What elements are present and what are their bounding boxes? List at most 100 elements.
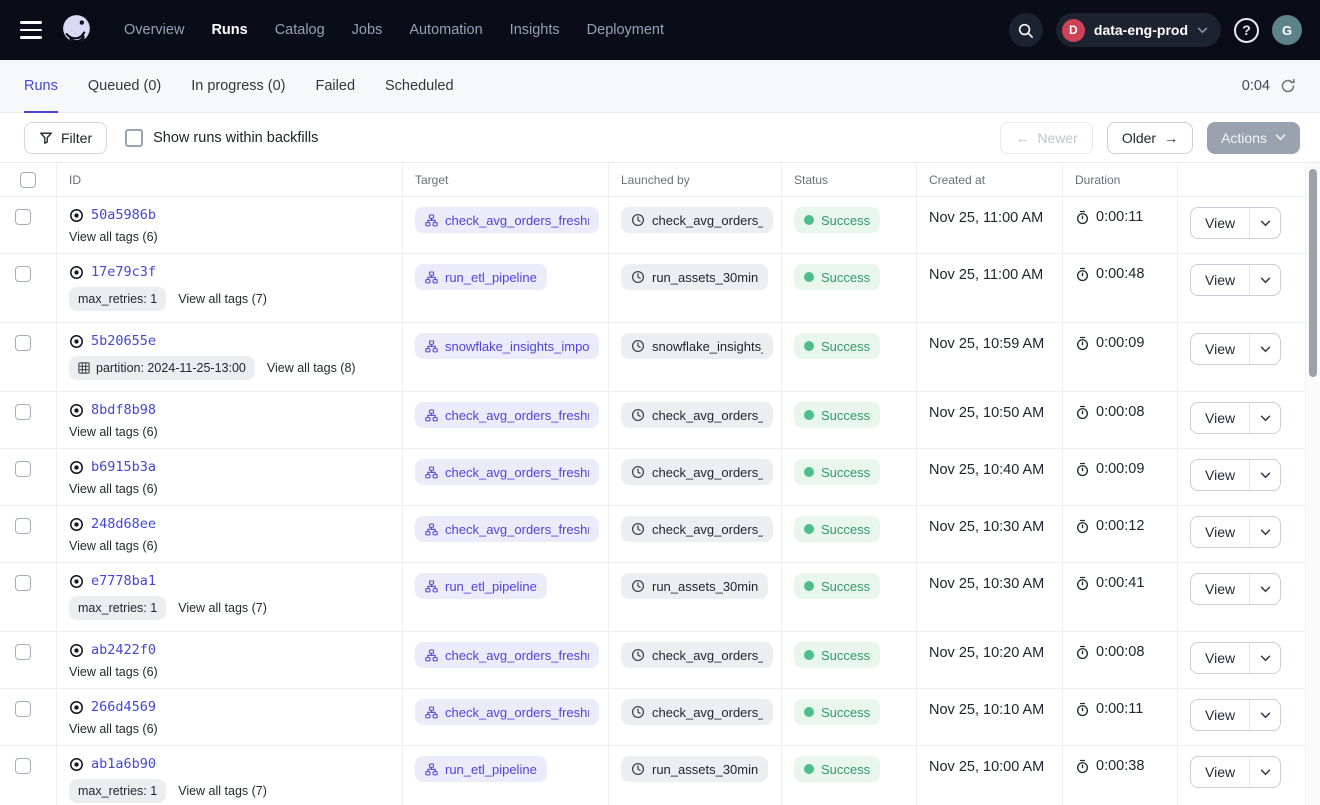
view-button[interactable]: View	[1191, 208, 1249, 238]
view-button[interactable]: View	[1191, 334, 1249, 364]
tab-failed[interactable]: Failed	[316, 60, 356, 112]
run-id-link[interactable]: 248d68ee	[91, 516, 156, 532]
run-tag-pill[interactable]: max_retries: 1	[69, 287, 166, 311]
view-button[interactable]: View	[1191, 643, 1249, 673]
help-icon[interactable]: ?	[1234, 18, 1259, 43]
target-pill[interactable]: run_etl_pipeline	[415, 756, 547, 782]
run-id-link[interactable]: ab2422f0	[91, 642, 156, 658]
view-button[interactable]: View	[1191, 757, 1249, 787]
view-all-tags-link[interactable]: View all tags (6)	[69, 482, 158, 496]
launched-by-pill[interactable]: run_assets_30min	[621, 756, 768, 782]
target-pill[interactable]: check_avg_orders_freshne	[415, 699, 599, 725]
view-dropdown-button[interactable]	[1249, 265, 1280, 295]
row-checkbox[interactable]	[15, 644, 31, 660]
actions-button[interactable]: Actions	[1207, 122, 1300, 154]
older-button[interactable]: Older →	[1107, 122, 1193, 154]
view-dropdown-button[interactable]	[1249, 334, 1280, 364]
run-id-link[interactable]: 8bdf8b98	[91, 402, 156, 418]
run-id-link[interactable]: 50a5986b	[91, 207, 156, 223]
view-button[interactable]: View	[1191, 460, 1249, 490]
filter-button[interactable]: Filter	[24, 122, 107, 154]
row-checkbox[interactable]	[15, 758, 31, 774]
launched-by-pill[interactable]: run_assets_30min	[621, 573, 768, 599]
view-all-tags-link[interactable]: View all tags (6)	[69, 230, 158, 244]
launched-by-pill[interactable]: check_avg_orders_f…	[621, 642, 773, 668]
run-id-link[interactable]: e7778ba1	[91, 573, 156, 589]
run-tag-pill[interactable]: max_retries: 1	[69, 779, 166, 803]
launched-by-pill[interactable]: check_avg_orders_f…	[621, 459, 773, 485]
target-pill[interactable]: check_avg_orders_freshne	[415, 642, 599, 668]
target-pill[interactable]: check_avg_orders_freshne	[415, 207, 599, 233]
view-dropdown-button[interactable]	[1249, 700, 1280, 730]
view-all-tags-link[interactable]: View all tags (6)	[69, 665, 158, 679]
nav-item-runs[interactable]: Runs	[211, 22, 247, 38]
nav-item-insights[interactable]: Insights	[510, 22, 560, 38]
deployment-switcher[interactable]: D data-eng-prod	[1056, 13, 1221, 47]
view-all-tags-link[interactable]: View all tags (6)	[69, 425, 158, 439]
run-id-link[interactable]: b6915b3a	[91, 459, 156, 475]
target-pill[interactable]: snowflake_insights_import	[415, 333, 599, 359]
tab-in-progress-0[interactable]: In progress (0)	[191, 60, 285, 112]
view-button[interactable]: View	[1191, 403, 1249, 433]
row-checkbox[interactable]	[15, 209, 31, 225]
run-tag-pill[interactable]: partition: 2024-11-25-13:00	[69, 356, 255, 380]
target-pill[interactable]: run_etl_pipeline	[415, 573, 547, 599]
tab-scheduled[interactable]: Scheduled	[385, 60, 454, 112]
nav-item-automation[interactable]: Automation	[409, 22, 482, 38]
view-button[interactable]: View	[1191, 700, 1249, 730]
launched-by-pill[interactable]: run_assets_30min	[621, 264, 768, 290]
view-all-tags-link[interactable]: View all tags (7)	[178, 784, 267, 798]
row-checkbox[interactable]	[15, 461, 31, 477]
view-dropdown-button[interactable]	[1249, 574, 1280, 604]
target-pill[interactable]: check_avg_orders_freshne	[415, 516, 599, 542]
run-tag-pill[interactable]: max_retries: 1	[69, 596, 166, 620]
nav-item-overview[interactable]: Overview	[124, 22, 184, 38]
launched-by-pill[interactable]: snowflake_insights_…	[621, 333, 773, 359]
view-button[interactable]: View	[1191, 265, 1249, 295]
select-all-checkbox[interactable]	[20, 172, 36, 188]
view-dropdown-button[interactable]	[1249, 403, 1280, 433]
nav-item-deployment[interactable]: Deployment	[587, 22, 664, 38]
scrollbar-thumb[interactable]	[1309, 169, 1317, 377]
view-dropdown-button[interactable]	[1249, 757, 1280, 787]
target-pill[interactable]: check_avg_orders_freshne	[415, 459, 599, 485]
run-id-link[interactable]: ab1a6b90	[91, 756, 156, 772]
view-all-tags-link[interactable]: View all tags (6)	[69, 722, 158, 736]
view-all-tags-link[interactable]: View all tags (7)	[178, 292, 267, 306]
hamburger-menu-icon[interactable]	[18, 20, 44, 40]
dagster-logo[interactable]	[58, 11, 96, 49]
launched-by-pill[interactable]: check_avg_orders_f…	[621, 516, 773, 542]
user-avatar[interactable]: G	[1272, 15, 1302, 45]
target-pill[interactable]: run_etl_pipeline	[415, 264, 547, 290]
row-checkbox[interactable]	[15, 266, 31, 282]
row-checkbox[interactable]	[15, 335, 31, 351]
run-id-link[interactable]: 266d4569	[91, 699, 156, 715]
search-button[interactable]	[1009, 13, 1043, 47]
tab-queued-0[interactable]: Queued (0)	[88, 60, 161, 112]
row-checkbox[interactable]	[15, 575, 31, 591]
view-all-tags-link[interactable]: View all tags (8)	[267, 361, 356, 375]
row-checkbox[interactable]	[15, 404, 31, 420]
view-dropdown-button[interactable]	[1249, 460, 1280, 490]
nav-item-jobs[interactable]: Jobs	[352, 22, 383, 38]
target-pill[interactable]: check_avg_orders_freshne	[415, 402, 599, 428]
launched-by-pill[interactable]: check_avg_orders_f…	[621, 699, 773, 725]
view-button[interactable]: View	[1191, 517, 1249, 547]
newer-button[interactable]: ← Newer	[1000, 122, 1092, 154]
tab-runs[interactable]: Runs	[24, 60, 58, 112]
launched-by-pill[interactable]: check_avg_orders_f…	[621, 402, 773, 428]
nav-item-catalog[interactable]: Catalog	[275, 22, 325, 38]
view-all-tags-link[interactable]: View all tags (6)	[69, 539, 158, 553]
row-checkbox[interactable]	[15, 701, 31, 717]
view-dropdown-button[interactable]	[1249, 208, 1280, 238]
view-dropdown-button[interactable]	[1249, 517, 1280, 547]
view-all-tags-link[interactable]: View all tags (7)	[178, 601, 267, 615]
row-checkbox[interactable]	[15, 518, 31, 534]
show-backfills-checkbox[interactable]	[125, 129, 143, 147]
refresh-icon[interactable]	[1280, 78, 1296, 94]
view-button[interactable]: View	[1191, 574, 1249, 604]
launched-by-pill[interactable]: check_avg_orders_f…	[621, 207, 773, 233]
run-id-link[interactable]: 17e79c3f	[91, 264, 156, 280]
view-dropdown-button[interactable]	[1249, 643, 1280, 673]
run-id-link[interactable]: 5b20655e	[91, 333, 156, 349]
